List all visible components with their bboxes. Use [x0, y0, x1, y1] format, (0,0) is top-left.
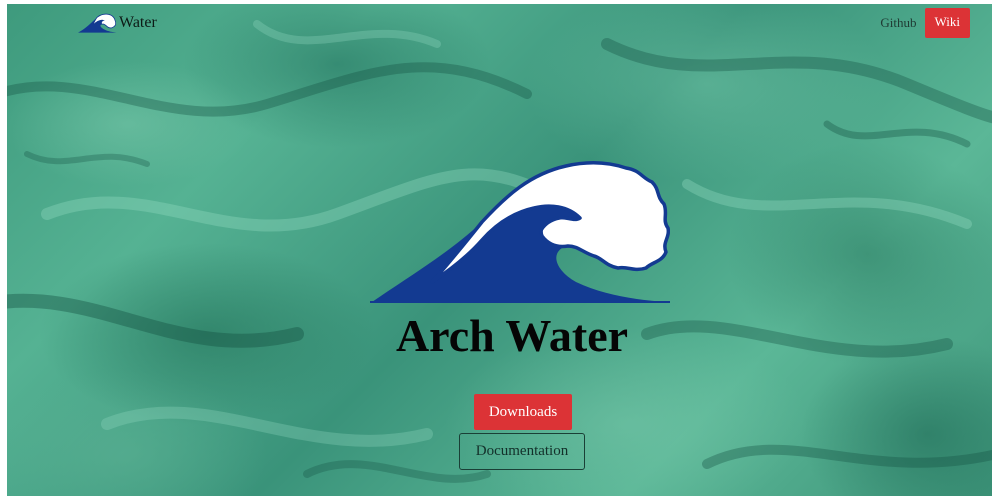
downloads-button[interactable]: Downloads [474, 394, 572, 430]
brand-name: Water [119, 14, 157, 31]
page-title: Arch Water [395, 310, 629, 361]
documentation-button[interactable]: Documentation [459, 433, 585, 470]
top-nav: Github Wiki [880, 8, 970, 38]
github-link[interactable]: Github [880, 8, 916, 38]
wiki-button[interactable]: Wiki [924, 8, 970, 38]
brand-link[interactable]: Water [77, 12, 157, 34]
wave-icon [370, 161, 670, 303]
wave-icon [78, 13, 117, 33]
page: Water Github Wiki Arch Water Downloads D… [7, 4, 992, 496]
